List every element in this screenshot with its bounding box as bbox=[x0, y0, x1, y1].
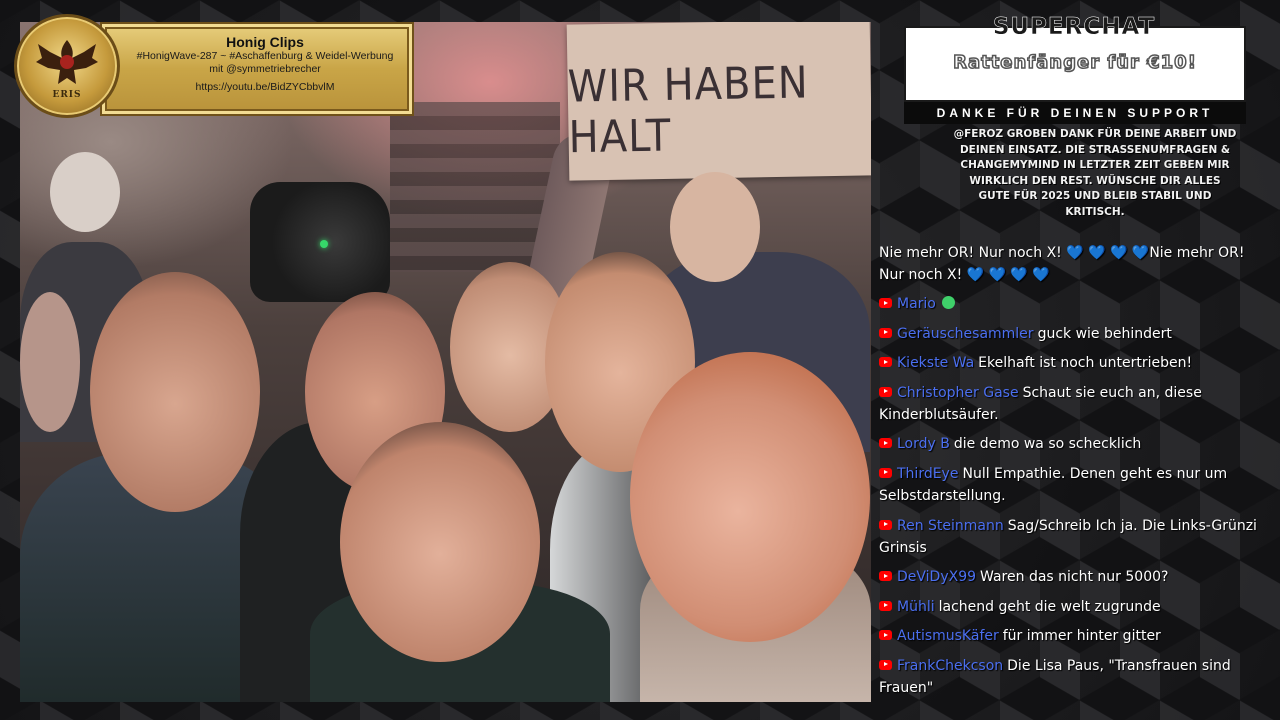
superchat-header: SUPERCHAT bbox=[992, 14, 1156, 41]
chat-username[interactable]: Geräuschesammler bbox=[897, 326, 1034, 342]
youtube-icon bbox=[879, 571, 892, 582]
emoji-icon bbox=[941, 296, 955, 309]
protest-sign: WIR HABEN HALT bbox=[566, 22, 871, 181]
clip-url[interactable]: https://youtu.be/BidZYCbbvlM bbox=[118, 81, 412, 93]
crowd-person bbox=[50, 152, 120, 232]
clip-title: Honig Clips bbox=[226, 34, 304, 50]
chat-username[interactable]: Christopher Gase bbox=[897, 385, 1019, 401]
camera-led-icon bbox=[320, 240, 328, 248]
chat-text: Waren das nicht nur 5000? bbox=[980, 569, 1169, 586]
youtube-icon bbox=[879, 298, 892, 308]
chat-text: Ekelhaft ist noch untertrieben! bbox=[978, 355, 1193, 372]
logo-text: ERIS bbox=[52, 90, 82, 100]
chat-username[interactable]: FrankChekcson bbox=[897, 658, 1003, 674]
clip-info-plate: Honig Clips #HonigWave-287 ~ #Aschaffenb… bbox=[100, 22, 414, 116]
chat-username[interactable]: Lordy B bbox=[897, 436, 950, 452]
superchat-thanks: DANKE FÜR DEINEN SUPPORT bbox=[904, 102, 1246, 124]
youtube-icon bbox=[879, 659, 892, 670]
crowd-person bbox=[20, 292, 80, 432]
chat-message: FrankChekcson Die Lisa Paus, "Transfrauen… bbox=[879, 655, 1271, 699]
chat-text: für immer hinter gitter bbox=[1002, 628, 1161, 645]
chat-message: Nie mehr OR! Nur noch X! 💙 💙 💙 💙Nie mehr… bbox=[879, 242, 1271, 286]
chat-username[interactable]: Mario bbox=[897, 296, 936, 312]
chat-message: DeViDyX99 Waren das nicht nur 5000? bbox=[879, 566, 1271, 588]
blue-heart-icons: 💙 💙 💙 💙 bbox=[1066, 245, 1150, 261]
video-player[interactable]: WIR HABEN HALT bbox=[20, 22, 871, 702]
clip-description: #HonigWave-287 ~ #Aschaffenburg & Weidel… bbox=[136, 50, 394, 62]
chat-message: Kiekste Wa Ekelhaft ist noch untertrieben… bbox=[879, 352, 1271, 374]
chat-message: Geräuschesammler guck wie behindert bbox=[879, 323, 1271, 345]
chat-text: die demo wa so schecklich bbox=[953, 436, 1142, 453]
youtube-icon bbox=[879, 630, 892, 641]
superchat-message: @FEROZ GROBEN DANK FÜR DEINE ARBEIT UND … bbox=[953, 128, 1237, 218]
chat-message: Lordy Bdie demo wa so schecklich bbox=[879, 433, 1271, 455]
chat-message: Christopher Gase Schaut sie euch an, dies… bbox=[879, 382, 1271, 426]
chat-username[interactable]: Ren Steinmann bbox=[897, 518, 1004, 534]
blue-heart-icons: 💙 💙 💙 💙 bbox=[966, 267, 1050, 283]
man-with-glasses bbox=[90, 272, 260, 512]
superchat-amount: Rattenfänger für €10! bbox=[952, 51, 1197, 74]
chat-list: Mario Geräuschesammler guck wie behindert K… bbox=[879, 293, 1271, 699]
youtube-icon bbox=[879, 327, 892, 338]
youtube-icon bbox=[879, 467, 892, 478]
chat-username[interactable]: Mühli bbox=[897, 599, 935, 615]
chat-username[interactable]: AutismusKäfer bbox=[897, 628, 999, 644]
clip-description-2: mit @symmetriebrecher bbox=[209, 63, 321, 75]
youtube-icon bbox=[879, 600, 892, 611]
youtube-icon bbox=[879, 519, 892, 530]
eagle-icon bbox=[36, 40, 98, 84]
live-chat: Nie mehr OR! Nur noch X! 💙 💙 💙 💙Nie mehr… bbox=[879, 242, 1271, 707]
chat-message: Mario bbox=[879, 293, 1271, 315]
chat-message: AutismusKäfer für immer hinter gitter bbox=[879, 625, 1271, 647]
woman-with-sign bbox=[670, 172, 760, 282]
superchat-box: SUPERCHAT Rattenfänger für €10! DANKE FÜ… bbox=[904, 14, 1246, 124]
clip-banner: Honig Clips #HonigWave-287 ~ #Aschaffenb… bbox=[14, 14, 414, 118]
youtube-icon bbox=[879, 438, 892, 449]
chat-username[interactable]: ThirdEye bbox=[897, 466, 958, 482]
eris-logo: ERIS bbox=[14, 14, 120, 118]
youtube-icon bbox=[879, 386, 892, 397]
youtube-icon bbox=[879, 357, 892, 368]
chat-text: guck wie behindert bbox=[1037, 325, 1172, 342]
chat-message: Mühli lachend geht die welt zugrunde bbox=[879, 596, 1271, 618]
protest-sign-text: WIR HABEN HALT bbox=[567, 57, 810, 164]
chat-text: lachend geht die welt zugrunde bbox=[938, 598, 1161, 615]
chat-username[interactable]: Kiekste Wa bbox=[897, 355, 974, 371]
chat-message: Ren Steinmann Sag/Schreib Ich ja. Die Lin… bbox=[879, 515, 1271, 559]
chat-message: ThirdEye Null Empathie. Denen geht es nur… bbox=[879, 463, 1271, 507]
woman-red-hair bbox=[630, 352, 870, 642]
woman-dark-hair bbox=[340, 422, 540, 662]
chat-username[interactable]: DeViDyX99 bbox=[897, 569, 976, 585]
chat-text: Nie mehr OR! Nur noch X! bbox=[879, 245, 1062, 261]
